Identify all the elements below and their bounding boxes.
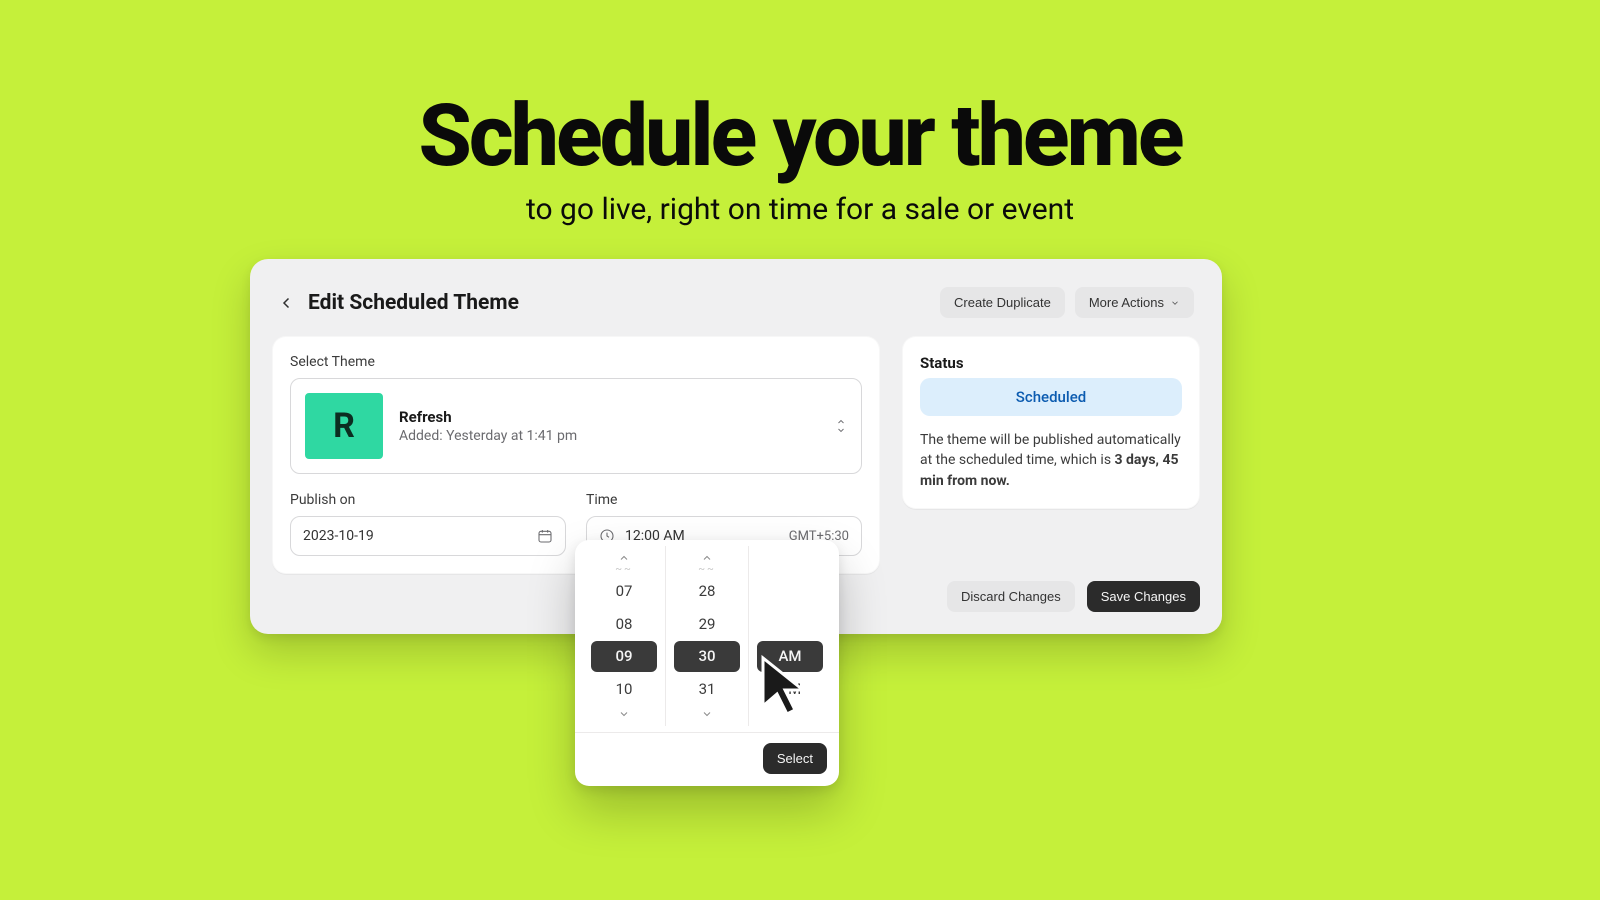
select-theme-label: Select Theme (290, 354, 862, 370)
status-text: The theme will be published automaticall… (920, 430, 1182, 491)
save-changes-button[interactable]: Save Changes (1087, 581, 1200, 612)
publish-date-input[interactable]: 2023-10-19 (290, 516, 566, 556)
minute-option-selected[interactable]: 30 (674, 641, 740, 672)
calendar-icon (537, 528, 553, 544)
status-card: Status Scheduled The theme will be publi… (902, 336, 1200, 509)
theme-thumbnail: R (305, 393, 383, 459)
meridiem-option-selected[interactable]: AM (757, 641, 823, 672)
schedule-form-card: Select Theme R Refresh Added: Yesterday … (272, 336, 880, 574)
more-actions-label: More Actions (1089, 295, 1164, 310)
create-duplicate-button[interactable]: Create Duplicate (940, 287, 1065, 318)
time-picker-popover: ~~ 07 08 09 10 ~~ 28 29 30 31 -- -- AM P… (575, 540, 839, 786)
minute-down-button[interactable] (668, 706, 746, 722)
status-heading: Status (920, 354, 1182, 372)
publish-date-value: 2023-10-19 (303, 528, 374, 544)
page-title: Edit Scheduled Theme (308, 291, 519, 315)
hour-down-button[interactable] (585, 706, 663, 722)
discard-changes-button[interactable]: Discard Changes (947, 581, 1075, 612)
chevron-down-icon (1170, 298, 1180, 308)
theme-name: Refresh (399, 408, 577, 426)
back-arrow-icon[interactable] (278, 294, 296, 312)
theme-added-meta: Added: Yesterday at 1:41 pm (399, 428, 577, 444)
select-updown-icon (835, 417, 847, 435)
hour-option[interactable]: 07 (591, 576, 657, 607)
hour-option[interactable]: 08 (591, 609, 657, 640)
minute-column: ~~ 28 29 30 31 (666, 546, 749, 726)
minute-option[interactable]: 28 (674, 576, 740, 607)
minute-option[interactable]: 29 (674, 609, 740, 640)
hour-column: ~~ 07 08 09 10 (583, 546, 666, 726)
more-actions-button[interactable]: More Actions (1075, 287, 1194, 318)
hour-option[interactable]: 10 (591, 674, 657, 705)
status-badge: Scheduled (920, 378, 1182, 416)
publish-date-label: Publish on (290, 492, 566, 508)
hero-subtitle: to go live, right on time for a sale or … (0, 192, 1600, 227)
publish-time-label: Time (586, 492, 862, 508)
timepicker-select-button[interactable]: Select (763, 743, 827, 774)
meridiem-column: -- -- AM PM (749, 546, 831, 726)
minute-option[interactable]: 31 (674, 674, 740, 705)
theme-selector[interactable]: R Refresh Added: Yesterday at 1:41 pm (290, 378, 862, 474)
hero-title: Schedule your theme (0, 85, 1600, 186)
meridiem-option[interactable]: PM (757, 674, 823, 705)
hour-option-selected[interactable]: 09 (591, 641, 657, 672)
